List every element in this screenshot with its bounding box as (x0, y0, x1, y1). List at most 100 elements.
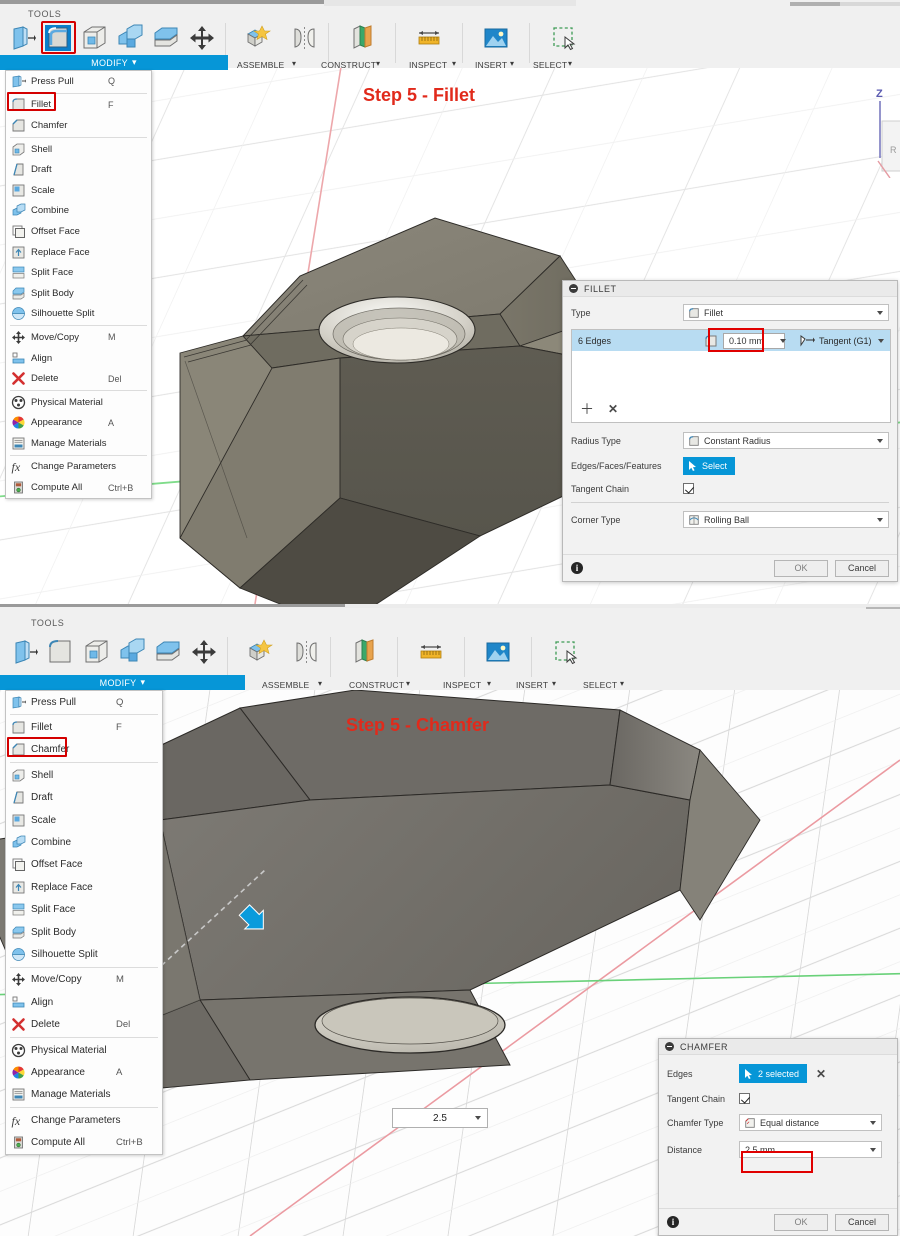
clear-selection-x-icon[interactable]: ✕ (816, 1068, 826, 1080)
menu-item-appearance[interactable]: AppearanceA (6, 413, 151, 434)
toolbar-shell-button-2[interactable] (78, 634, 114, 680)
menu-item-split-face[interactable]: Split Face (6, 262, 151, 283)
toolbar-assemble-button-2[interactable] (233, 634, 289, 680)
menu-item-align[interactable]: Align (6, 348, 151, 369)
toolbar-divider-4b (464, 637, 465, 677)
chevron-down-icon[interactable] (877, 311, 883, 315)
menu-item-split-body[interactable]: Split Body (6, 921, 162, 943)
menu-item-manage-materials[interactable]: Manage Materials (6, 433, 151, 454)
chamfer-dialog[interactable]: CHAMFER Edges 2 selected ✕ Tangent Chain… (658, 1038, 898, 1236)
menu-item-shell[interactable]: Shell (6, 139, 151, 160)
fillet-ok-button[interactable]: OK (774, 560, 828, 577)
chamfer-cancel-button[interactable]: Cancel (835, 1214, 889, 1231)
menu-item-replace-face[interactable]: Replace Face (6, 876, 162, 898)
construct-caret-icon[interactable]: ▾ (376, 59, 380, 68)
toolbar-construct-button-2[interactable] (336, 634, 392, 680)
toolbar-fillet-button-2[interactable] (42, 634, 78, 680)
toolbar-move-copy-button-2[interactable] (186, 634, 222, 680)
menu-item-fillet[interactable]: FilletF (6, 716, 162, 738)
collapse-icon[interactable] (569, 284, 578, 293)
menu-item-move-copy[interactable]: Move/CopyM (6, 969, 162, 991)
viewcube-axis-indicator[interactable]: Z R (866, 83, 900, 178)
fillet-dialog[interactable]: FILLET Type Fillet 6 Edges (562, 280, 898, 582)
insert-caret-icon[interactable]: ▾ (552, 679, 556, 688)
fillet-toolbar-highlight (41, 21, 76, 54)
menu-item-draft[interactable]: Draft (6, 787, 162, 809)
collapse-icon[interactable] (665, 1042, 674, 1051)
chamfer-edges-select-button[interactable]: 2 selected (739, 1064, 807, 1083)
menu-item-split-body[interactable]: Split Body (6, 283, 151, 304)
chevron-down-icon[interactable] (870, 1121, 876, 1125)
fillet-tangent-chain-checkbox[interactable] (683, 483, 694, 494)
plus-icon[interactable]: ＋ (580, 402, 594, 416)
toolbar-joint-button-2[interactable] (289, 634, 325, 680)
menu-item-physical-material[interactable]: Physical Material (6, 392, 151, 413)
menu-item-scale[interactable]: Scale (6, 180, 151, 201)
menu-item-press-pull[interactable]: Press PullQ (6, 691, 162, 713)
modify-dropdown-bar-bottom[interactable]: MODIFY▾ (0, 675, 245, 690)
chevron-down-icon[interactable] (870, 1148, 876, 1152)
fillet-radius-caret-icon[interactable] (780, 339, 786, 343)
menu-item-press-pull[interactable]: Press PullQ (6, 71, 151, 92)
menu-item-delete[interactable]: DeleteDel (6, 368, 151, 389)
insert-caret-icon[interactable]: ▾ (510, 59, 514, 68)
menu-item-label: Split Body (31, 288, 74, 299)
fillet-dialog-titlebar[interactable]: FILLET (563, 281, 897, 297)
x-icon[interactable]: ✕ (608, 403, 618, 415)
fillet-corner-type-combo[interactable]: Rolling Ball (683, 511, 889, 528)
toolbar-insert-button-2[interactable] (470, 634, 526, 680)
menu-item-delete[interactable]: DeleteDel (6, 1013, 162, 1035)
menu-item-combine[interactable]: Combine (6, 831, 162, 853)
fillet-type-combo[interactable]: Fillet (683, 304, 889, 321)
fillet-radius-type-combo[interactable]: Constant Radius (683, 432, 889, 449)
menu-item-compute-all[interactable]: Compute AllCtrl+B (6, 1131, 162, 1153)
modify-dropdown-bar-top[interactable]: MODIFY▾ (0, 55, 228, 70)
chamfer-type-combo[interactable]: Equal distance (739, 1114, 882, 1131)
menu-item-align[interactable]: Align (6, 991, 162, 1013)
menu-item-draft[interactable]: Draft (6, 159, 151, 180)
menu-item-silhouette-split[interactable]: Silhouette Split (6, 304, 151, 325)
chamfer-ok-button[interactable]: OK (774, 1214, 828, 1231)
assemble-caret-icon[interactable]: ▾ (318, 679, 322, 688)
fillet-select-button[interactable]: Select (683, 457, 735, 475)
menu-item-silhouette-split[interactable]: Silhouette Split (6, 943, 162, 965)
menu-item-offset-face[interactable]: Offset Face (6, 854, 162, 876)
info-icon[interactable]: i (571, 562, 583, 574)
toolbar-select-button-2[interactable] (537, 634, 593, 680)
menu-item-move-copy[interactable]: Move/CopyM (6, 327, 151, 348)
menu-item-shell[interactable]: Shell (6, 764, 162, 786)
toolbar-combine-button-2[interactable] (114, 634, 150, 680)
info-icon[interactable]: i (667, 1216, 679, 1228)
modify-dropdown-menu-top[interactable]: Press PullQFilletFChamferShellDraftScale… (5, 70, 152, 499)
menu-item-compute-all[interactable]: Compute AllCtrl+B (6, 477, 151, 498)
toolbar-split-body-button-2[interactable] (150, 634, 186, 680)
menu-item-appearance[interactable]: AppearanceA (6, 1061, 162, 1083)
select-caret-icon[interactable]: ▾ (620, 679, 624, 688)
menu-item-change-parameters[interactable]: fxChange Parameters (6, 457, 151, 478)
chevron-down-icon[interactable] (475, 1116, 481, 1120)
menu-item-replace-face[interactable]: Replace Face (6, 242, 151, 263)
chamfer-tangent-chain-checkbox[interactable] (739, 1093, 750, 1104)
menu-item-split-face[interactable]: Split Face (6, 899, 162, 921)
menu-item-offset-face[interactable]: Offset Face (6, 221, 151, 242)
menu-item-change-parameters[interactable]: fxChange Parameters (6, 1109, 162, 1131)
menu-item-chamfer[interactable]: Chamfer (6, 115, 151, 136)
fillet-cancel-button[interactable]: Cancel (835, 560, 889, 577)
toolbar-press-pull-button-2[interactable] (6, 634, 42, 680)
chevron-down-icon[interactable] (877, 518, 883, 522)
menu-item-combine[interactable]: Combine (6, 201, 151, 222)
menu-item-physical-material[interactable]: Physical Material (6, 1039, 162, 1061)
chamfer-dialog-titlebar[interactable]: CHAMFER (659, 1039, 897, 1055)
construct-caret-icon[interactable]: ▾ (406, 679, 410, 688)
toolbar-inspect-button-2[interactable] (403, 634, 459, 680)
fillet-continuity-caret-icon[interactable] (878, 339, 884, 343)
select-caret-icon[interactable]: ▾ (568, 59, 572, 68)
chevron-down-icon[interactable] (877, 439, 883, 443)
menu-item-scale[interactable]: Scale (6, 809, 162, 831)
inspect-caret-icon[interactable]: ▾ (487, 679, 491, 688)
assemble-caret-icon[interactable]: ▾ (292, 59, 296, 68)
inspect-caret-icon[interactable]: ▾ (452, 59, 456, 68)
chamfer-inline-distance-input[interactable]: 2.5 (392, 1108, 488, 1128)
modify-dropdown-menu-bottom[interactable]: Press PullQFilletFChamferShellDraftScale… (5, 690, 163, 1155)
menu-item-manage-materials[interactable]: Manage Materials (6, 1084, 162, 1106)
